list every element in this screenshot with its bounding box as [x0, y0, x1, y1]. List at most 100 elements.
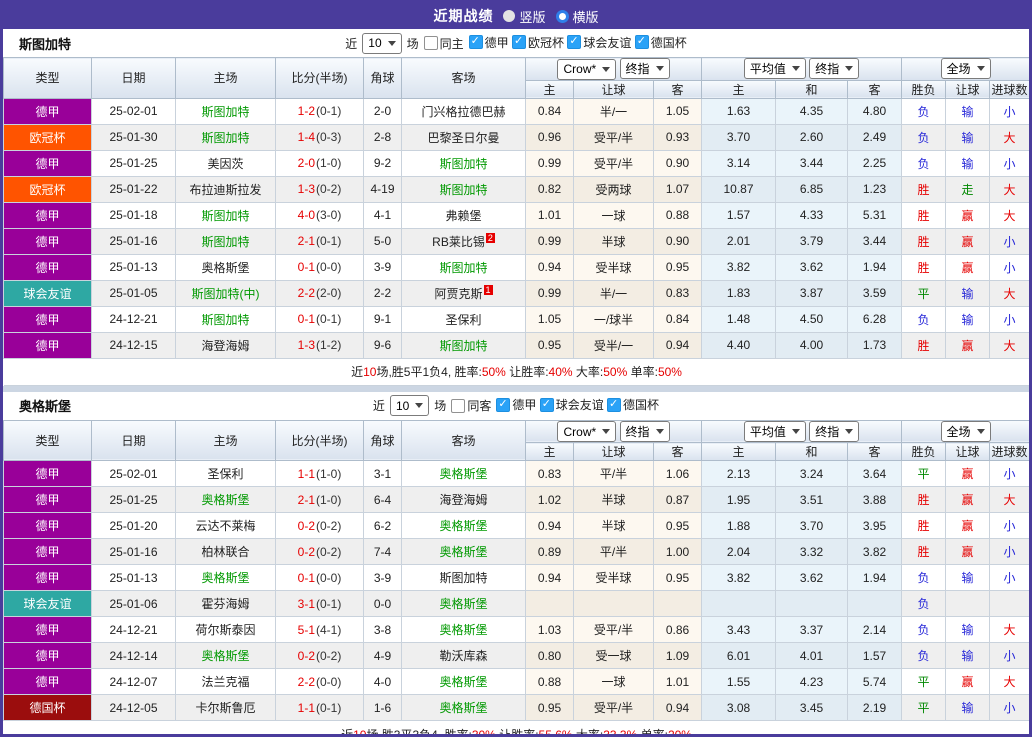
- euro-home-odds: 2.01: [701, 227, 777, 255]
- radio-unchecked-icon[interactable]: [503, 10, 516, 22]
- checkbox-unchecked-icon[interactable]: [451, 398, 466, 413]
- corner-score: 0-0: [363, 590, 402, 617]
- match-row: 球会友谊 25-01-05 斯图加特(中) 2-2(2-0) 2-2 阿贾克斯 1…: [3, 279, 1029, 307]
- win-draw-loss-result: 负: [901, 305, 947, 333]
- col-date: 日期: [91, 57, 176, 99]
- euro-odds-group: 平均值 终指: [701, 57, 903, 81]
- same-side-filter[interactable]: 同主: [423, 35, 464, 52]
- league-filter-label: 德甲: [512, 398, 537, 413]
- fulltime-score: 3-1: [297, 596, 315, 611]
- scope-select[interactable]: 全场: [940, 420, 991, 442]
- match-date: 25-02-01: [91, 460, 176, 487]
- goals-over-under-result: 小: [989, 512, 1029, 539]
- away-team: RB莱比锡 2: [401, 227, 526, 255]
- asia-final-odds-select[interactable]: 终指: [619, 420, 670, 442]
- match-date: 25-01-06: [91, 590, 176, 617]
- layout-vertical-option[interactable]: 竖版: [503, 7, 546, 26]
- corner-score: 4-19: [363, 175, 402, 203]
- league-filter-checkbox[interactable]: 德甲: [468, 34, 509, 51]
- fulltime-score: 1-4: [297, 130, 315, 144]
- win-draw-loss-result: 平: [901, 460, 947, 487]
- filters: 近 10 场 同主 德甲 欧冠杯 球会友谊 德国杯: [345, 32, 687, 54]
- matches-count-select[interactable]: 10: [389, 395, 430, 416]
- checkbox-checked-icon[interactable]: [539, 397, 554, 412]
- handicap-result: 走: [945, 175, 991, 203]
- checkbox-unchecked-icon[interactable]: [423, 36, 438, 50]
- home-team: 奥格斯堡: [175, 564, 276, 591]
- radio-checked-icon[interactable]: [555, 9, 569, 23]
- avg-odds-select[interactable]: 平均值: [743, 58, 806, 80]
- recent-label: 近: [345, 36, 358, 51]
- asia-handicap: 半/一: [573, 279, 654, 307]
- league-badge: 德甲: [3, 460, 92, 487]
- matches-count-value: 10: [395, 398, 410, 413]
- scope-select[interactable]: 全场: [940, 58, 991, 80]
- checkbox-checked-icon[interactable]: [567, 34, 582, 50]
- checkbox-checked-icon[interactable]: [496, 397, 511, 412]
- match-row: 德甲 25-01-20 云达不莱梅 0-2(0-2) 6-2 奥格斯堡 0.94…: [3, 512, 1029, 539]
- score-cell: 0-1(0-0): [275, 564, 364, 591]
- asia-final-odds-select[interactable]: 终指: [619, 58, 670, 79]
- goals-over-under-result: 小: [989, 305, 1029, 333]
- chevron-down-icon: [976, 66, 985, 72]
- asia-home-odds: 0.99: [525, 279, 574, 307]
- league-filter-checkbox[interactable]: 德国杯: [634, 34, 687, 51]
- match-row: 德甲 25-01-16 柏林联合 0-2(0-2) 7-4 奥格斯堡 0.89 …: [3, 538, 1029, 565]
- league-filter-checkbox[interactable]: 球会友谊: [567, 34, 631, 51]
- halftime-score: (1-0): [316, 156, 342, 170]
- checkbox-checked-icon[interactable]: [468, 34, 483, 50]
- euro-away-odds: 3.59: [847, 279, 903, 307]
- euro-home-odds: 6.01: [701, 642, 777, 669]
- avg-odds-select[interactable]: 平均值: [743, 420, 806, 442]
- league-filter-checkbox[interactable]: 球会友谊: [539, 396, 604, 413]
- checkbox-checked-icon[interactable]: [634, 34, 649, 50]
- euro-home-odds: 1.48: [701, 305, 777, 333]
- home-team: 云达不莱梅: [175, 512, 276, 539]
- checkbox-checked-icon[interactable]: [512, 34, 527, 50]
- win-draw-loss-result: 负: [901, 642, 947, 669]
- score-cell: 1-3(1-2): [275, 331, 364, 359]
- same-side-filter[interactable]: 同客: [451, 397, 491, 414]
- home-team: 法兰克福: [175, 668, 276, 695]
- asia-away-odds: 0.88: [652, 201, 703, 229]
- match-date: 25-01-05: [91, 279, 176, 307]
- league-filter-checkbox[interactable]: 德国杯: [607, 396, 659, 413]
- col-home: 主场: [175, 419, 276, 461]
- handicap-result: 赢: [945, 460, 991, 487]
- home-team: 霍芬海姆: [175, 590, 276, 617]
- euro-draw-odds: 3.32: [775, 538, 849, 565]
- home-team: 布拉迪斯拉发: [175, 175, 276, 203]
- win-draw-loss-result: 负: [901, 97, 947, 125]
- same-side-label: 同客: [467, 399, 492, 413]
- goals-over-under-result: 小: [989, 227, 1029, 255]
- league-filter-checkbox[interactable]: 德甲: [496, 396, 536, 413]
- fulltime-score: 2-2: [297, 674, 315, 689]
- euro-final-odds-select[interactable]: 终指: [809, 420, 860, 442]
- euro-home-odds: 3.08: [701, 694, 777, 721]
- checkbox-checked-icon[interactable]: [607, 397, 622, 412]
- asia-away-odds: 1.09: [652, 642, 703, 669]
- halftime-score: (0-3): [316, 130, 342, 144]
- handicap-result: 赢: [945, 668, 991, 695]
- odds-provider-select[interactable]: Crow*: [557, 421, 617, 442]
- chevron-down-icon: [791, 428, 800, 434]
- win-draw-loss-result: 胜: [901, 512, 947, 539]
- layout-horizontal-option[interactable]: 横版: [555, 7, 599, 26]
- corner-score: 4-9: [363, 642, 402, 669]
- euro-draw-odds: 4.33: [775, 201, 849, 229]
- league-filter-checkbox[interactable]: 欧冠杯: [512, 34, 564, 51]
- fulltime-score: 0-1: [297, 570, 315, 585]
- team-section-stuttgart: 斯图加特 近 10 场 同主 德甲 欧冠杯 球会友谊 德国杯: [3, 29, 1029, 386]
- matches-count-select[interactable]: 10: [362, 32, 402, 54]
- match-date: 24-12-21: [91, 616, 176, 643]
- asia-handicap: 平/半: [573, 460, 654, 487]
- league-filters: 德甲 球会友谊 德国杯: [496, 396, 659, 415]
- match-row: 德甲 24-12-15 海登海姆 1-3(1-2) 9-6 斯图加特 0.95 …: [3, 331, 1029, 359]
- win-draw-loss-result: 负: [901, 564, 947, 591]
- euro-final-odds-select[interactable]: 终指: [809, 58, 860, 80]
- match-row: 球会友谊 25-01-06 霍芬海姆 3-1(0-1) 0-0 奥格斯堡 负: [3, 590, 1029, 617]
- asia-handicap: 受两球: [573, 175, 654, 203]
- odds-provider-select[interactable]: Crow*: [557, 58, 617, 80]
- home-team: 斯图加特: [175, 201, 276, 229]
- col-home: 主场: [175, 57, 276, 99]
